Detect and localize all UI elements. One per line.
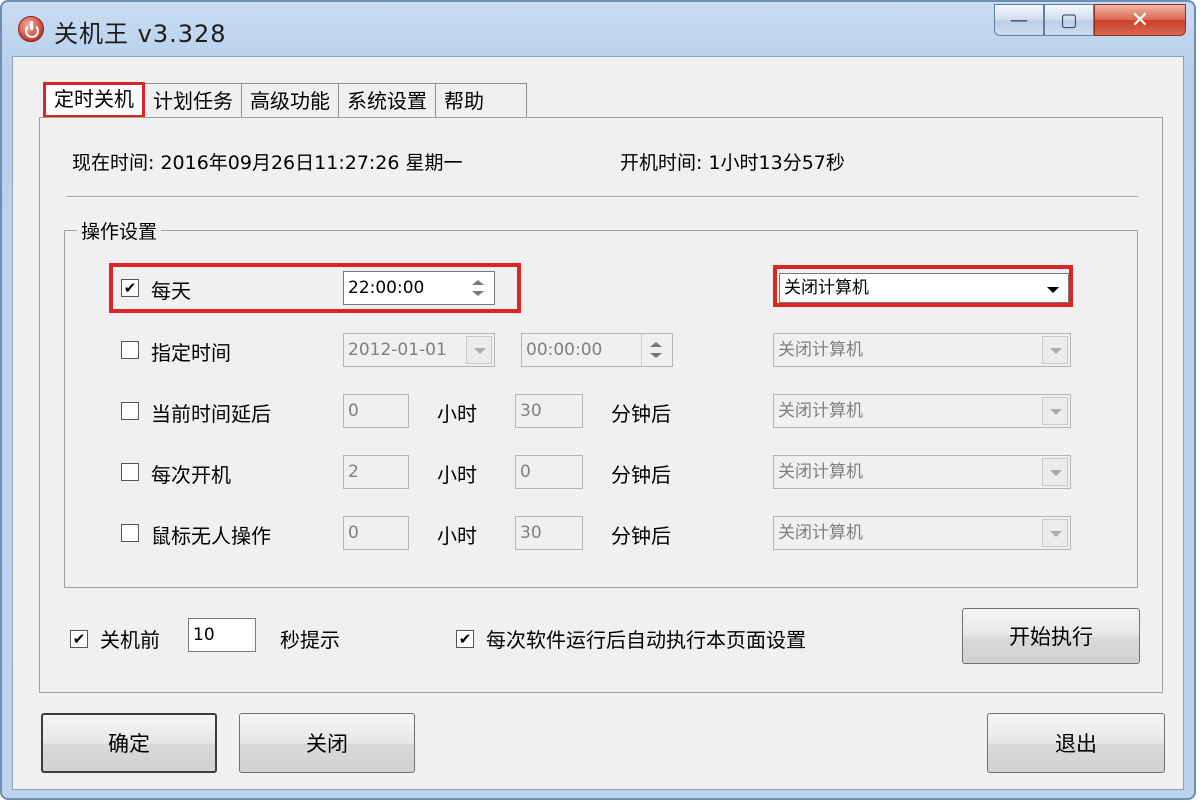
mouse-idle-label: 鼠标无人操作 bbox=[151, 524, 271, 548]
row-each-boot: 每次开机 2 小时 0 分钟后 关闭计算机 bbox=[65, 455, 1137, 491]
boot-minutes-input[interactable]: 0 bbox=[515, 455, 583, 489]
title-bar[interactable]: 关机王 v3.328 — ▢ ✕ bbox=[2, 2, 1194, 56]
app-window: 关机王 v3.328 — ▢ ✕ 定时关机 计划任务 高级功能 系统设置 帮助 … bbox=[0, 0, 1196, 800]
hours-unit: 小时 bbox=[437, 402, 477, 426]
chevron-down-icon[interactable] bbox=[1040, 276, 1066, 302]
chevron-down-icon[interactable] bbox=[1042, 397, 1068, 425]
minutes-unit: 分钟后 bbox=[611, 402, 671, 426]
chevron-down-icon[interactable] bbox=[1042, 458, 1068, 486]
minutes-unit: 分钟后 bbox=[611, 463, 671, 487]
close-window-button[interactable]: ✕ bbox=[1094, 4, 1186, 36]
window-title: 关机王 v3.328 bbox=[54, 20, 227, 48]
uptime-label: 开机时间: 1小时13分57秒 bbox=[620, 152, 845, 174]
tab-bar: 定时关机 计划任务 高级功能 系统设置 帮助 bbox=[43, 82, 527, 119]
tab-help[interactable]: 帮助 bbox=[435, 83, 527, 117]
hours-unit: 小时 bbox=[437, 524, 477, 548]
before-shutdown-suffix: 秒提示 bbox=[280, 628, 340, 652]
current-time-label: 现在时间: 2016年09月26日11:27:26 星期一 bbox=[72, 152, 463, 174]
boot-hours-input[interactable]: 2 bbox=[343, 455, 409, 489]
specific-date-value: 2012-01-01 bbox=[348, 340, 447, 360]
tab-system-settings[interactable]: 系统设置 bbox=[338, 83, 436, 117]
power-icon bbox=[18, 16, 44, 42]
each-boot-label: 每次开机 bbox=[151, 463, 231, 487]
boot-action-value: 关闭计算机 bbox=[778, 462, 863, 482]
delay-checkbox[interactable] bbox=[121, 402, 139, 420]
tab-advanced[interactable]: 高级功能 bbox=[241, 83, 339, 117]
specific-time-input[interactable]: 00:00:00 bbox=[521, 333, 673, 367]
row-delay: 当前时间延后 0 小时 30 分钟后 关闭计算机 bbox=[65, 394, 1137, 430]
specific-action-value: 关闭计算机 bbox=[778, 340, 863, 360]
chevron-down-icon[interactable] bbox=[1042, 519, 1068, 547]
minimize-button[interactable]: — bbox=[994, 4, 1044, 36]
row-daily: ✔ 每天 22:00:00 关闭计算机 bbox=[65, 263, 1137, 313]
delay-action-value: 关闭计算机 bbox=[778, 401, 863, 421]
operation-settings-group: 操作设置 ✔ 每天 22:00:00 关闭计算机 指定时间 2012-01-01… bbox=[64, 217, 1138, 588]
client-area: 定时关机 计划任务 高级功能 系统设置 帮助 现在时间: 2016年09月26日… bbox=[12, 56, 1184, 790]
specific-time-value: 00:00:00 bbox=[526, 340, 603, 360]
tab-panel: 现在时间: 2016年09月26日11:27:26 星期一 开机时间: 1小时1… bbox=[39, 117, 1163, 693]
time-spinner[interactable] bbox=[464, 272, 494, 304]
auto-run-checkbox[interactable]: ✔ bbox=[456, 630, 474, 648]
chevron-down-icon[interactable] bbox=[1042, 336, 1068, 364]
idle-hours-input[interactable]: 0 bbox=[343, 516, 409, 550]
before-shutdown-seconds-input[interactable]: 10 bbox=[188, 618, 256, 652]
row-mouse-idle: 鼠标无人操作 0 小时 30 分钟后 关闭计算机 bbox=[65, 516, 1137, 552]
maximize-button[interactable]: ▢ bbox=[1044, 4, 1094, 36]
boot-action-select[interactable]: 关闭计算机 bbox=[773, 455, 1071, 489]
start-execution-button[interactable]: 开始执行 bbox=[962, 608, 1140, 664]
daily-time-input[interactable]: 22:00:00 bbox=[343, 271, 495, 305]
idle-action-select[interactable]: 关闭计算机 bbox=[773, 516, 1071, 550]
daily-action-select[interactable]: 关闭计算机 bbox=[779, 273, 1069, 303]
daily-time-value: 22:00:00 bbox=[348, 278, 425, 298]
before-shutdown-label: 关机前 bbox=[100, 628, 160, 652]
before-shutdown-checkbox[interactable]: ✔ bbox=[70, 630, 88, 648]
each-boot-checkbox[interactable] bbox=[121, 463, 139, 481]
idle-action-value: 关闭计算机 bbox=[778, 523, 863, 543]
close-button[interactable]: 关闭 bbox=[239, 713, 415, 773]
time-spinner[interactable] bbox=[641, 334, 672, 366]
group-title: 操作设置 bbox=[77, 217, 162, 244]
tab-timed-shutdown[interactable]: 定时关机 bbox=[43, 82, 145, 118]
daily-action-value: 关闭计算机 bbox=[784, 278, 869, 298]
specific-action-select[interactable]: 关闭计算机 bbox=[773, 333, 1071, 367]
delay-hours-input[interactable]: 0 bbox=[343, 394, 409, 428]
auto-run-label: 每次软件运行后自动执行本页面设置 bbox=[486, 628, 806, 652]
mouse-idle-checkbox[interactable] bbox=[121, 524, 139, 542]
exit-button[interactable]: 退出 bbox=[987, 713, 1165, 773]
daily-label: 每天 bbox=[151, 279, 191, 303]
delay-minutes-input[interactable]: 30 bbox=[515, 394, 583, 428]
daily-checkbox[interactable]: ✔ bbox=[121, 279, 139, 297]
divider bbox=[66, 196, 1138, 198]
chevron-down-icon[interactable] bbox=[466, 336, 492, 364]
hours-unit: 小时 bbox=[437, 463, 477, 487]
idle-minutes-input[interactable]: 30 bbox=[515, 516, 583, 550]
specific-date-input[interactable]: 2012-01-01 bbox=[343, 333, 495, 367]
tab-scheduled-tasks[interactable]: 计划任务 bbox=[144, 83, 242, 117]
ok-button[interactable]: 确定 bbox=[41, 713, 217, 773]
delay-label: 当前时间延后 bbox=[151, 402, 271, 426]
minutes-unit: 分钟后 bbox=[611, 524, 671, 548]
specific-time-label: 指定时间 bbox=[151, 341, 231, 365]
delay-action-select[interactable]: 关闭计算机 bbox=[773, 394, 1071, 428]
row-specific-time: 指定时间 2012-01-01 00:00:00 关闭计算机 bbox=[65, 333, 1137, 369]
specific-time-checkbox[interactable] bbox=[121, 341, 139, 359]
